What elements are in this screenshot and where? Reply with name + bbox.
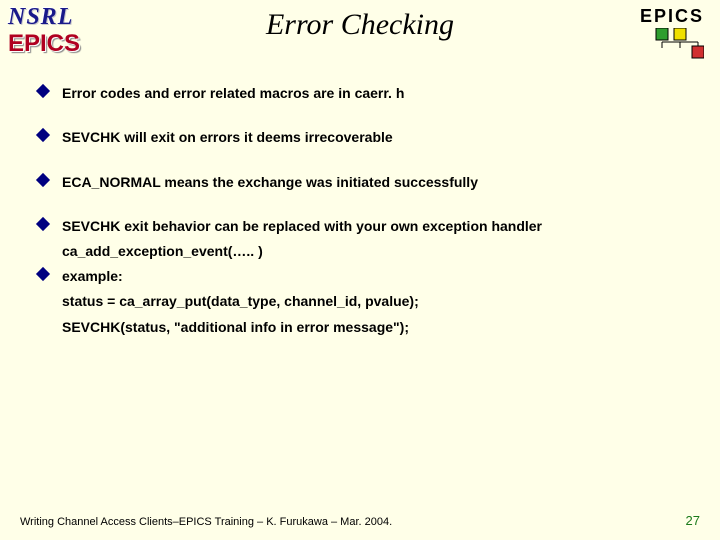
- diamond-bullet-icon: [36, 84, 50, 98]
- footer-text: Writing Channel Access Clients–EPICS Tra…: [20, 516, 392, 528]
- diamond-bullet-icon: [36, 267, 50, 281]
- bullet-text: example:: [62, 265, 123, 287]
- sub-line: status = ca_array_put(data_type, channel…: [62, 290, 690, 314]
- diamond-bullet-icon: [36, 173, 50, 187]
- epics-boxes-icon: [654, 28, 704, 60]
- diamond-bullet-icon: [36, 217, 50, 231]
- list-item: example:: [38, 265, 690, 287]
- page-number: 27: [686, 513, 700, 528]
- page-title: Error Checking: [0, 8, 720, 42]
- list-item: ECA_NORMAL means the exchange was initia…: [38, 171, 690, 193]
- list-item: SEVCHK exit behavior can be replaced wit…: [38, 215, 690, 237]
- bullet-text: SEVCHK will exit on errors it deems irre…: [62, 126, 393, 148]
- bullet-text: ECA_NORMAL means the exchange was initia…: [62, 171, 478, 193]
- bullet-text: Error codes and error related macros are…: [62, 82, 404, 104]
- list-item: Error codes and error related macros are…: [38, 82, 690, 104]
- bullet-text: SEVCHK exit behavior can be replaced wit…: [62, 215, 542, 237]
- diamond-bullet-icon: [36, 128, 50, 142]
- epics-label-right: EPICS: [640, 6, 704, 27]
- sub-line: ca_add_exception_event(….. ): [62, 240, 690, 264]
- list-item: SEVCHK will exit on errors it deems irre…: [38, 126, 690, 148]
- header: NSRL EPICS Error Checking EPICS: [0, 0, 720, 60]
- sub-line: SEVCHK(status, "additional info in error…: [62, 316, 690, 340]
- bullet-list: Error codes and error related macros are…: [38, 82, 690, 341]
